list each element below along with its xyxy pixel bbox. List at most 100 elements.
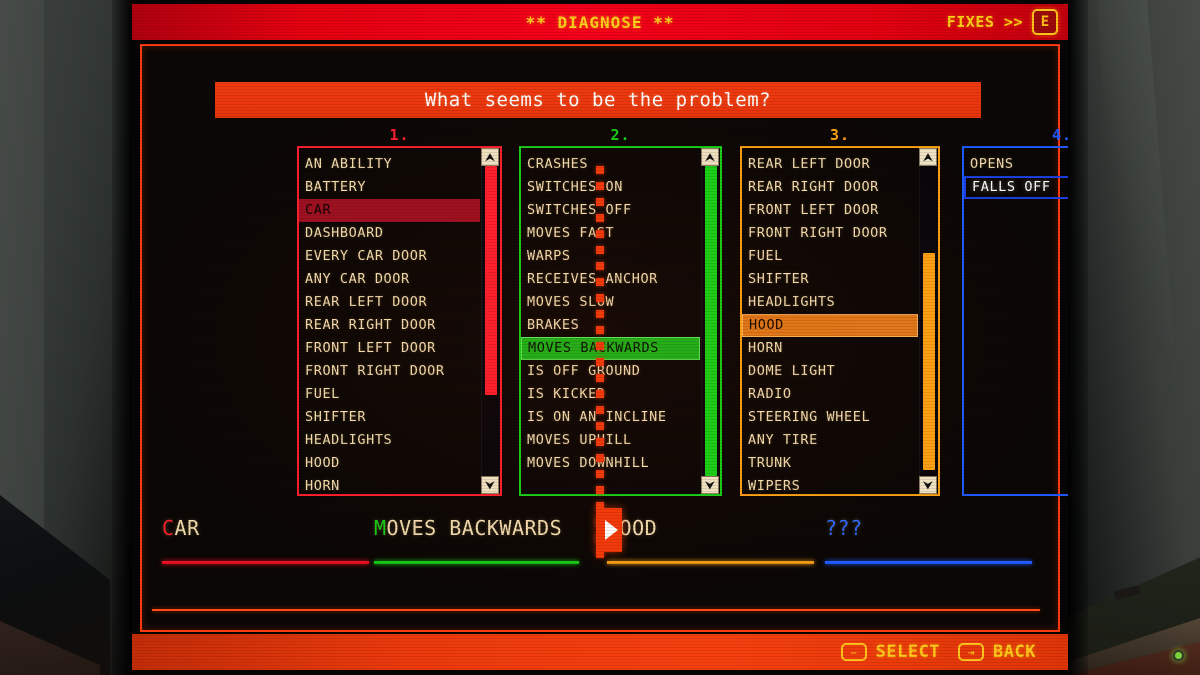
list-item[interactable]: BRAKES xyxy=(521,314,700,337)
list-item[interactable]: RECEIVES ANCHOR xyxy=(521,268,700,291)
list-2: CRASHES SWITCHES ON SWITCHES OFF MOVES FAST… xyxy=(521,148,700,494)
summary-slot-3-underline xyxy=(607,561,814,564)
list-item[interactable]: MOVES BACKWARDS xyxy=(521,337,700,360)
list-item[interactable]: WARPS xyxy=(521,245,700,268)
scrollbar-thumb[interactable] xyxy=(705,166,717,476)
scroll-up-arrow-icon[interactable]: ⮝ xyxy=(919,148,937,166)
active-stage-cursor-icon xyxy=(596,508,622,552)
scrollbar-thumb[interactable] xyxy=(485,166,497,396)
summary-slot-2-text: MOVES BACKWARDS xyxy=(374,516,563,540)
list-4: OPENS FALLS OFF xyxy=(964,148,1068,494)
question-banner: What seems to be the problem? xyxy=(215,82,981,118)
scroll-down-arrow-icon[interactable]: ⮟ xyxy=(481,476,499,494)
summary-slot-1-text: CAR xyxy=(162,516,200,540)
listbox-4: OPENSFALLS OFF⮝⮟ xyxy=(962,146,1068,496)
scrollbar-3[interactable]: ⮝ ⮟ xyxy=(918,148,938,494)
list-item[interactable]: IS ON AN INCLINE xyxy=(521,406,700,429)
list-item[interactable]: TRUNK xyxy=(742,452,918,475)
list-item[interactable]: BATTERY xyxy=(299,176,480,199)
list-item[interactable]: DOME LIGHT xyxy=(742,360,918,383)
list-item[interactable]: MOVES UPHILL xyxy=(521,429,700,452)
list-item[interactable]: SWITCHES ON xyxy=(521,176,700,199)
list-item[interactable]: REAR RIGHT DOOR xyxy=(742,176,918,199)
column-3-number: 3. xyxy=(829,126,851,144)
list-item[interactable]: CRASHES xyxy=(521,153,700,176)
scrollbar-thumb[interactable] xyxy=(923,252,935,470)
scrollbar-track[interactable] xyxy=(481,166,499,476)
list-item[interactable]: WIPERS xyxy=(742,475,918,494)
listbox-1: AN ABILITY BATTERY CAR DASHBOARD EVERY CAR D… xyxy=(297,146,502,496)
list-item[interactable]: FRONT LEFT DOOR xyxy=(742,199,918,222)
scroll-down-arrow-icon[interactable]: ⮟ xyxy=(919,476,937,494)
list-item[interactable]: OPENS xyxy=(964,153,1068,176)
list-item[interactable]: SHIFTER xyxy=(742,268,918,291)
summary-slot-4: ??? xyxy=(825,516,1032,564)
status-led-indicator xyxy=(1173,650,1184,661)
summary-slot-3: HOOD xyxy=(607,516,814,564)
list-item[interactable]: REAR LEFT DOOR xyxy=(299,291,480,314)
summary-slot-4-text: ??? xyxy=(825,516,863,540)
list-item[interactable]: ANY TIRE xyxy=(742,429,918,452)
list-item[interactable]: FUEL xyxy=(742,245,918,268)
scroll-up-arrow-icon[interactable]: ⮝ xyxy=(701,148,719,166)
back-action[interactable]: ⇥ BACK xyxy=(958,642,1036,662)
select-label: SELECT xyxy=(875,642,941,662)
list-item[interactable]: HEADLIGHTS xyxy=(299,429,480,452)
list-item[interactable]: IS KICKED xyxy=(521,383,700,406)
diagnose-screen: ** DIAGNOSE ** FIXES >> E What seems to … xyxy=(132,0,1068,675)
list-1: AN ABILITY BATTERY CAR DASHBOARD EVERY CAR D… xyxy=(299,148,480,494)
list-item[interactable]: HOOD xyxy=(299,452,480,475)
column-1-number: 1. xyxy=(389,126,410,144)
scrollbar-1[interactable]: ⮝ ⮟ xyxy=(480,148,500,494)
list-item[interactable]: HOOD xyxy=(742,314,918,337)
list-item[interactable]: AN ABILITY xyxy=(299,153,480,176)
footer-bar: ⎯ SELECT ⇥ BACK xyxy=(132,634,1068,670)
list-item[interactable]: RADIO xyxy=(742,383,918,406)
header-right-controls: FIXES >> E xyxy=(947,9,1058,35)
scrollbar-2[interactable]: ⮝ ⮟ xyxy=(700,148,720,494)
scrollbar-track[interactable] xyxy=(701,166,719,476)
column-2: 2. CRASHES SWITCHES ON SWITCHES OFF MOVES FA… xyxy=(519,126,722,496)
summary-slot-2: MOVES BACKWARDS xyxy=(374,516,579,564)
fixes-link[interactable]: FIXES >> xyxy=(947,13,1023,31)
list-item[interactable]: STEERING WHEEL xyxy=(742,406,918,429)
list-item[interactable]: FRONT RIGHT DOOR xyxy=(299,360,480,383)
column-1: 1. AN ABILITY BATTERY CAR DASHBOARD EVERY CAR… xyxy=(297,126,502,496)
tab-key-icon: ⇥ xyxy=(958,643,985,661)
scroll-down-arrow-icon[interactable]: ⮟ xyxy=(701,476,719,494)
console-frame: What seems to be the problem? 1. AN ABILI… xyxy=(140,44,1068,632)
list-item[interactable]: DASHBOARD xyxy=(299,222,480,245)
list-item[interactable]: FRONT RIGHT DOOR xyxy=(742,222,918,245)
header-bar: ** DIAGNOSE ** FIXES >> E xyxy=(132,4,1068,40)
scrollbar-track[interactable] xyxy=(919,166,937,476)
page-title: ** DIAGNOSE ** xyxy=(525,12,675,32)
list-item[interactable]: FUEL xyxy=(299,383,480,406)
column-4-number: 4. xyxy=(1051,126,1068,144)
list-item[interactable]: IS OFF GROUND xyxy=(521,360,700,383)
column-3: 3. REAR LEFT DOOR REAR RIGHT DOOR FRONT LEF… xyxy=(740,126,940,496)
list-item[interactable]: REAR LEFT DOOR xyxy=(742,153,918,176)
list-item[interactable]: ANY CAR DOOR xyxy=(299,268,480,291)
list-item[interactable]: HORN xyxy=(299,475,480,494)
scroll-up-arrow-icon[interactable]: ⮝ xyxy=(481,148,499,166)
list-item[interactable]: SHIFTER xyxy=(299,406,480,429)
listbox-2: CRASHES SWITCHES ON SWITCHES OFF MOVES FAST… xyxy=(519,146,722,496)
list-item[interactable]: FRONT LEFT DOOR xyxy=(299,337,480,360)
summary-slot-2-underline xyxy=(374,561,579,564)
list-item[interactable]: MOVES FAST xyxy=(521,222,700,245)
bottom-separator xyxy=(152,609,1040,611)
list-item[interactable]: EVERY CAR DOOR xyxy=(299,245,480,268)
list-item[interactable]: MOVES SLOW xyxy=(521,291,700,314)
list-item[interactable]: FALLS OFF xyxy=(964,176,1068,199)
list-item[interactable]: HORN xyxy=(742,337,918,360)
list-item[interactable]: SWITCHES OFF xyxy=(521,199,700,222)
enter-key-icon: ⎯ xyxy=(840,643,867,661)
summary-slot-4-underline xyxy=(825,561,1032,564)
select-action[interactable]: ⎯ SELECT xyxy=(840,642,941,662)
summary-slot-1-underline xyxy=(162,561,369,564)
list-item[interactable]: MOVES DOWNHILL xyxy=(521,452,700,475)
list-item[interactable]: REAR RIGHT DOOR xyxy=(299,314,480,337)
fixes-key-badge[interactable]: E xyxy=(1032,9,1058,35)
list-item[interactable]: HEADLIGHTS xyxy=(742,291,918,314)
list-item[interactable]: CAR xyxy=(299,199,480,222)
